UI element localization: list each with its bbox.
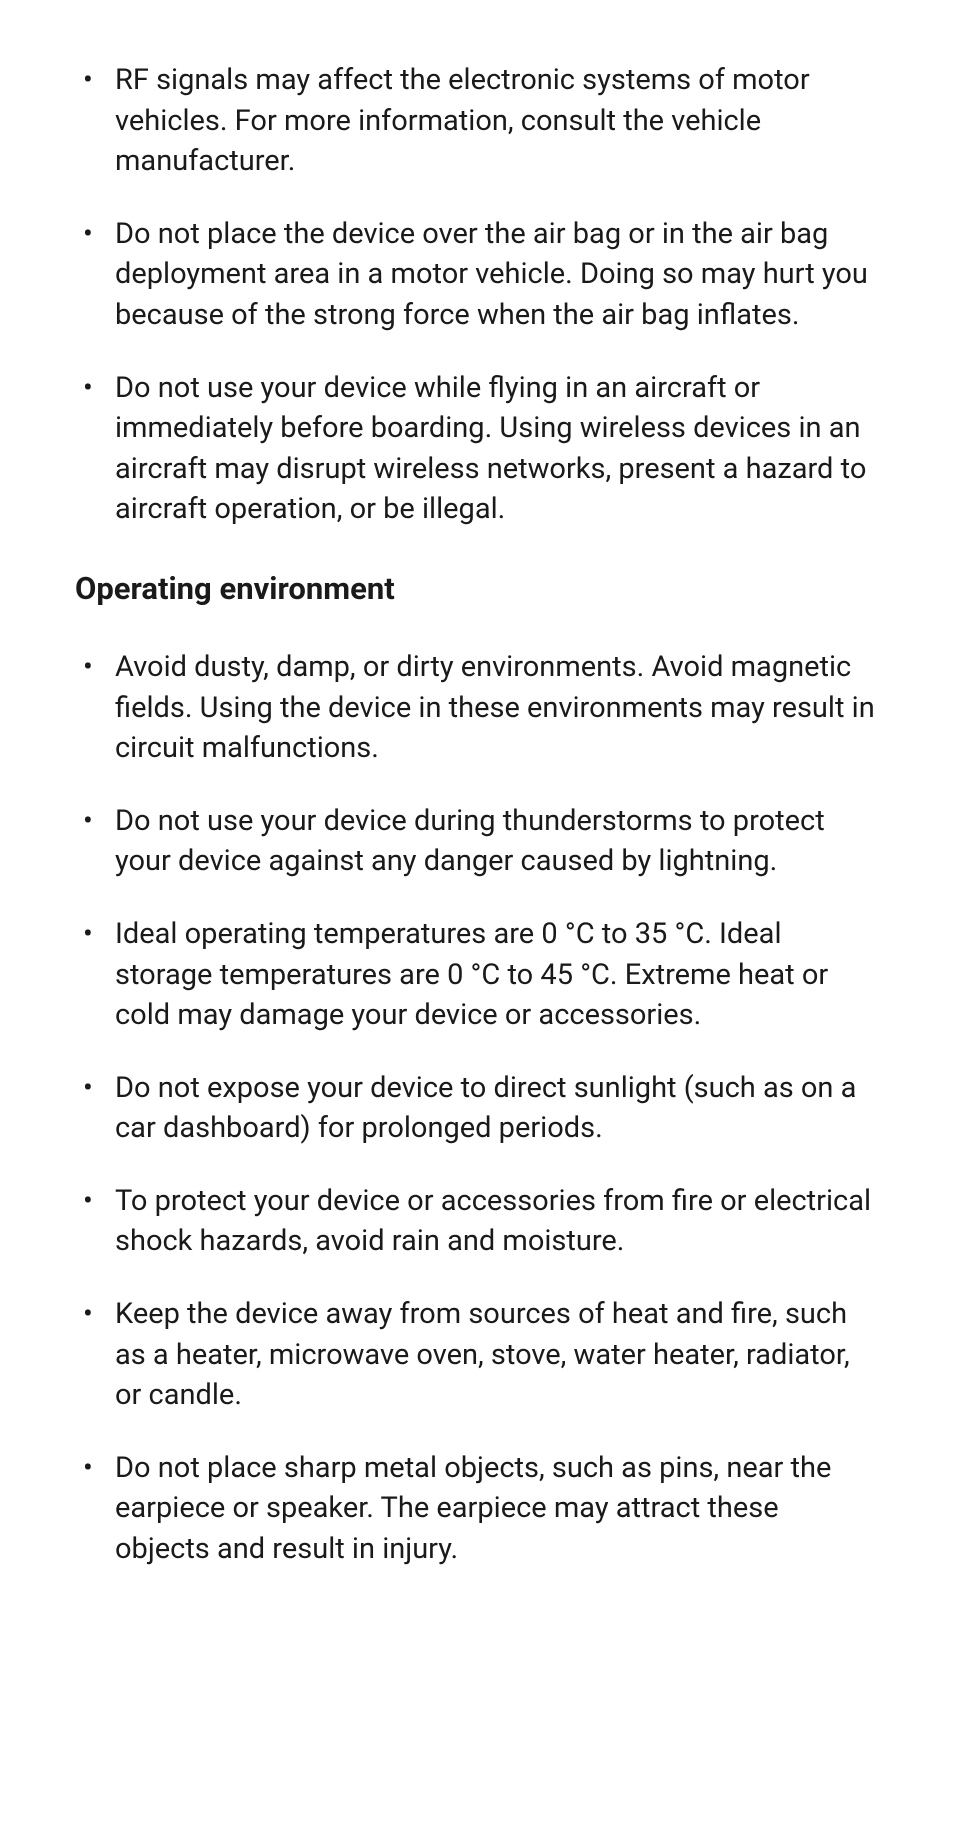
list-item: Do not place sharp metal objects, such a… bbox=[75, 1448, 879, 1570]
safety-list-1: RF signals may affect the electronic sys… bbox=[75, 60, 879, 530]
list-item: Keep the device away from sources of hea… bbox=[75, 1294, 879, 1416]
list-item: To protect your device or accessories fr… bbox=[75, 1181, 879, 1262]
list-item: Do not expose your device to direct sunl… bbox=[75, 1068, 879, 1149]
safety-list-2: Avoid dusty, damp, or dirty environments… bbox=[75, 647, 879, 1570]
section-heading-operating-environment: Operating environment bbox=[75, 570, 879, 607]
list-item: Do not use your device during thundersto… bbox=[75, 801, 879, 882]
list-item: Ideal operating temperatures are 0 °C to… bbox=[75, 914, 879, 1036]
list-item: RF signals may affect the electronic sys… bbox=[75, 60, 879, 182]
list-item: Avoid dusty, damp, or dirty environments… bbox=[75, 647, 879, 769]
list-item: Do not place the device over the air bag… bbox=[75, 214, 879, 336]
list-item: Do not use your device while flying in a… bbox=[75, 368, 879, 530]
